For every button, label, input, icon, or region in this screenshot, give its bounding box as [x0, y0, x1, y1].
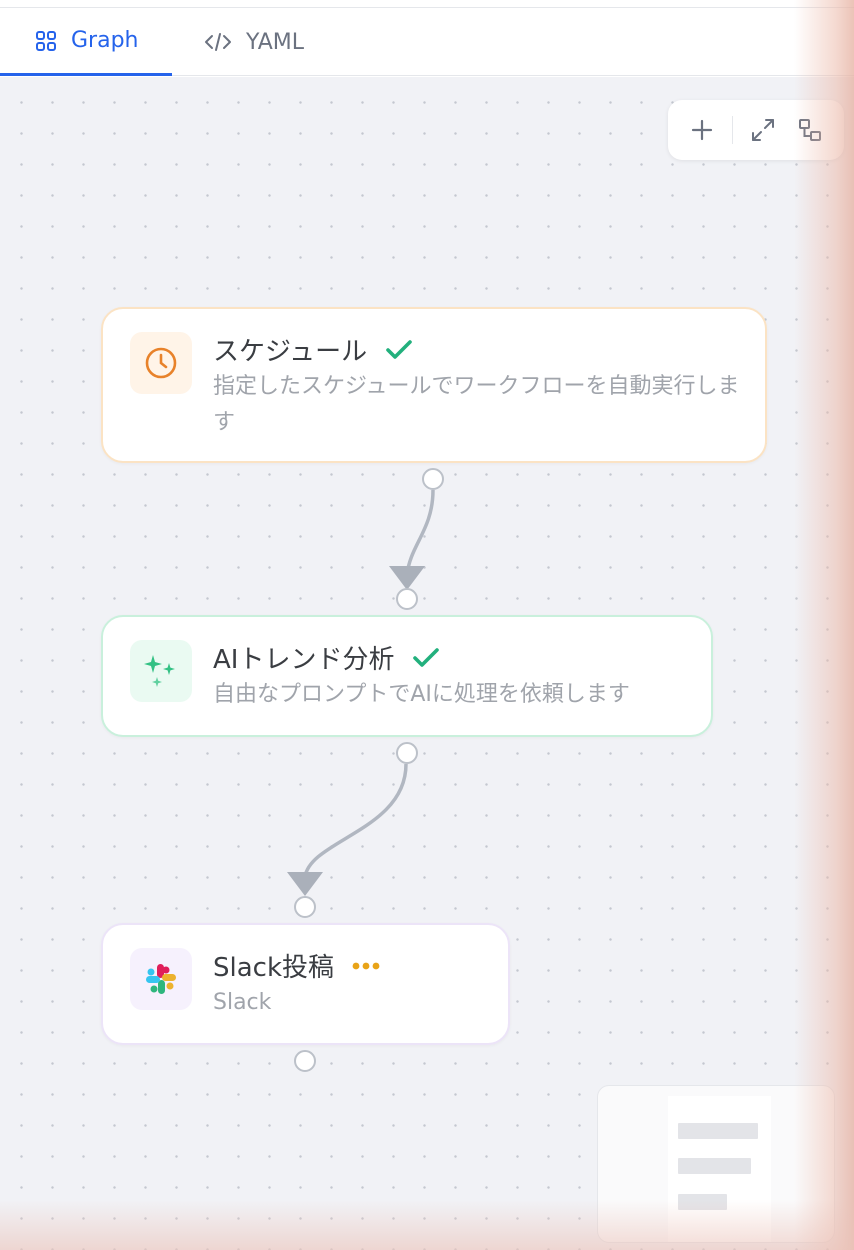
node-icon-box: [130, 332, 192, 394]
node-icon-box: [130, 640, 192, 702]
node-title: スケジュール: [213, 337, 368, 367]
top-border: [0, 0, 854, 8]
input-handle[interactable]: [396, 588, 418, 610]
auto-layout-button[interactable]: [793, 113, 827, 147]
more-dots-icon: [352, 961, 380, 971]
tab-yaml-label: YAML: [246, 29, 305, 55]
minimap[interactable]: [597, 1085, 835, 1243]
output-handle[interactable]: [294, 1050, 316, 1072]
output-handle[interactable]: [422, 468, 444, 490]
minimap-node: [678, 1194, 727, 1210]
node-title-row: スケジュール: [213, 331, 413, 368]
check-icon: [412, 647, 440, 669]
view-tabs: Graph YAML: [0, 8, 854, 76]
plus-icon: [691, 119, 712, 141]
minimap-node: [678, 1123, 758, 1139]
node-title: AIトレンド分析: [213, 645, 395, 675]
node-slack-post[interactable]: Slack投稿 Slack: [101, 923, 510, 1045]
canvas-controls: [668, 100, 844, 160]
code-icon: [204, 31, 232, 53]
output-handle[interactable]: [396, 742, 418, 764]
grid-icon: [35, 30, 57, 52]
node-description: 指定したスケジュールでワークフローを自動実行します: [213, 374, 740, 435]
clock-icon: [145, 347, 177, 379]
minimap-node: [678, 1158, 751, 1174]
layout-icon: [799, 119, 822, 141]
tab-graph-label: Graph: [71, 28, 139, 53]
node-description: Slack: [213, 990, 272, 1015]
sparkles-icon: [144, 655, 175, 687]
zoom-in-button[interactable]: [685, 113, 719, 147]
input-handle[interactable]: [294, 896, 316, 918]
slack-icon: [146, 964, 176, 994]
node-schedule[interactable]: スケジュール 指定したスケジュールでワークフローを自動実行します: [101, 307, 767, 463]
node-title-row: Slack投稿: [213, 947, 380, 984]
tab-yaml[interactable]: YAML: [204, 8, 304, 76]
controls-divider: [731, 116, 733, 144]
node-title-row: AIトレンド分析: [213, 639, 440, 676]
node-title: Slack投稿: [213, 953, 335, 983]
tab-graph[interactable]: Graph: [0, 8, 172, 76]
node-icon-box: [130, 948, 192, 1010]
check-icon: [385, 339, 413, 361]
node-ai-trend-analysis[interactable]: AIトレンド分析 自由なプロンプトでAIに処理を依頼します: [101, 615, 713, 737]
fit-view-icon: [752, 119, 775, 141]
node-description: 自由なプロンプトでAIに処理を依頼します: [213, 682, 630, 707]
fit-view-button[interactable]: [746, 113, 780, 147]
